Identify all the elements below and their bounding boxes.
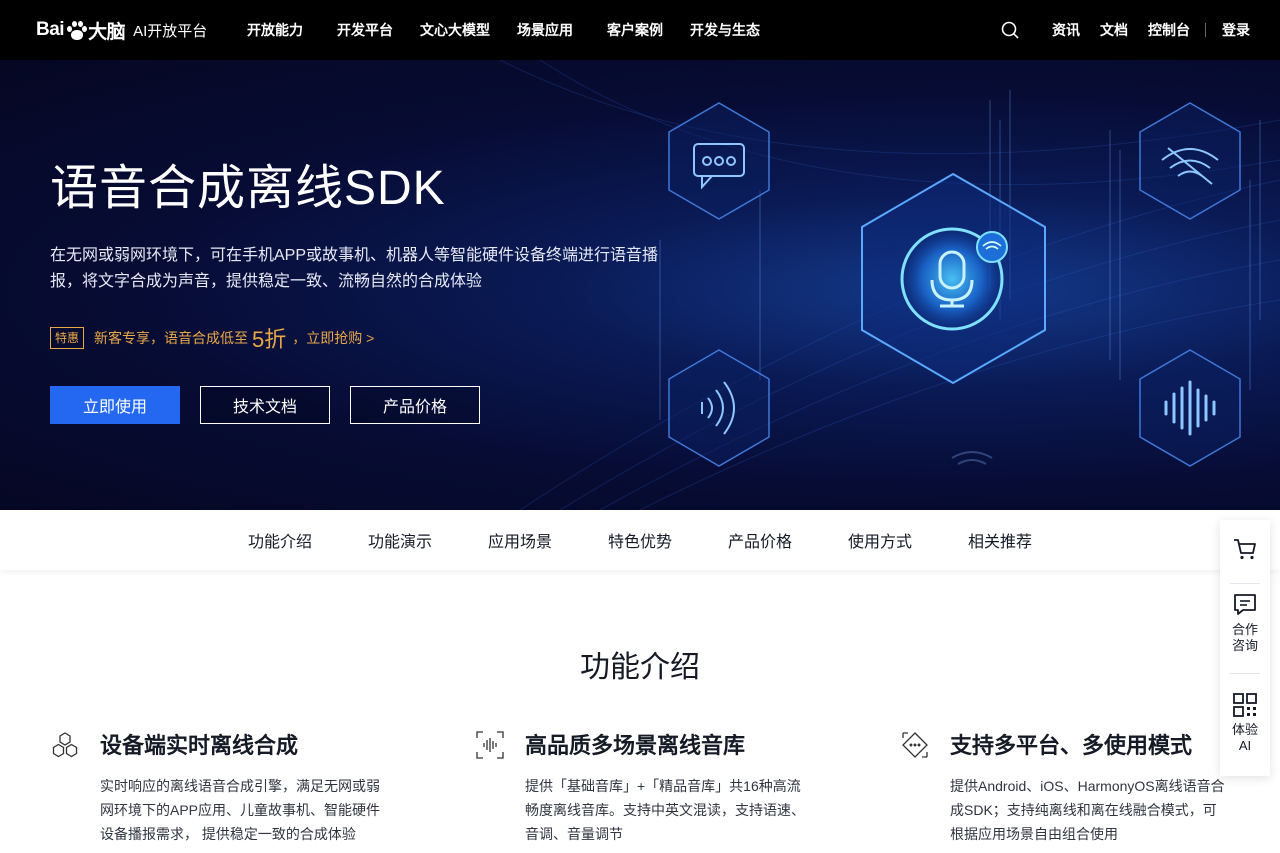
sidebar-divider xyxy=(1230,583,1260,584)
nav-item-ecosystem[interactable]: 开发与生态 xyxy=(690,20,760,40)
nav-item-console[interactable]: 控制台 xyxy=(1148,20,1190,40)
try-ai-button[interactable]: 体验AI xyxy=(1220,692,1270,754)
consult-button[interactable]: 合作咨询 xyxy=(1220,592,1270,654)
nav-item-docs[interactable]: 文档 xyxy=(1100,20,1128,40)
tab-demo[interactable]: 功能演示 xyxy=(368,528,432,552)
logo-mark: Bai 大脑 xyxy=(36,19,126,43)
tab-features[interactable]: 功能介绍 xyxy=(248,528,312,552)
promo-banner: 特惠 新客专享，语音合成低至 5折 ，立即抢购 > xyxy=(50,322,374,354)
nav-item-open-capabilities[interactable]: 开放能力 xyxy=(247,20,303,40)
feature-desc: 实时响应的离线语音合成引擎，满足无网或弱网环境下的APP应用、儿童故事机、智能硬… xyxy=(100,778,381,842)
nav-divider xyxy=(1205,23,1206,37)
nav-item-news[interactable]: 资讯 xyxy=(1052,20,1080,40)
nav-item-scenarios[interactable]: 场景应用 xyxy=(517,20,573,40)
feature-desc: 提供Android、iOS、HarmonyOS离线语音合成SDK；支持纯离线和离… xyxy=(950,778,1225,842)
diamond-dots-icon xyxy=(902,732,928,758)
feature-title: 高品质多场景离线音库 xyxy=(525,733,746,758)
nav-right: 资讯 文档 控制台 登录 xyxy=(1000,0,1250,60)
logo-text: AI开放平台 xyxy=(133,22,208,40)
login-link[interactable]: 登录 xyxy=(1222,20,1250,40)
hero-title: 语音合成离线SDK xyxy=(50,162,446,215)
hero-illustration xyxy=(668,102,1241,467)
hexagon-cluster-icon xyxy=(52,732,78,758)
soundwave-frame-icon xyxy=(476,731,504,759)
main-nav: 开放能力 开发平台 文心大模型 场景应用 客户案例 开发与生态 xyxy=(233,0,787,60)
hero-description: 在无网或弱网环境下，可在手机APP或故事机、机器人等智能硬件设备终端进行语音播报… xyxy=(50,247,659,290)
chat-hexagon-icon xyxy=(668,102,770,220)
tech-docs-button[interactable]: 技术文档 xyxy=(200,386,330,424)
use-now-button[interactable]: 立即使用 xyxy=(50,386,180,424)
hero-banner: 语音合成离线SDK 在无网或弱网环境下，可在手机APP或故事机、机器人等智能硬件… xyxy=(0,60,1280,510)
promo-discount: 5折 xyxy=(252,327,287,352)
tab-scenarios[interactable]: 应用场景 xyxy=(488,528,552,552)
tab-recommended[interactable]: 相关推荐 xyxy=(968,528,1032,552)
sidebar-divider xyxy=(1230,673,1260,674)
tab-advantages[interactable]: 特色优势 xyxy=(608,528,672,552)
nav-item-ernie[interactable]: 文心大模型 xyxy=(420,20,490,40)
sound-hexagon-icon xyxy=(668,349,770,467)
chat-icon xyxy=(1234,594,1256,615)
baidu-ai-logo[interactable]: Bai 大脑 AI开放平台 xyxy=(36,12,207,48)
tab-pricing[interactable]: 产品价格 xyxy=(728,528,792,552)
cart-icon xyxy=(1234,539,1256,560)
floating-sidebar: 合作咨询 体验AI xyxy=(1220,520,1270,776)
cart-button[interactable] xyxy=(1220,536,1270,562)
promo-buy-link[interactable]: ，立即抢购 > xyxy=(292,328,374,348)
search-icon[interactable] xyxy=(1000,20,1020,40)
tab-usage[interactable]: 使用方式 xyxy=(848,528,912,552)
section-title: 功能介绍 xyxy=(580,651,700,684)
paw-icon xyxy=(65,19,88,41)
promo-badge: 特惠 xyxy=(50,327,85,349)
product-subnav: 功能介绍 功能演示 应用场景 特色优势 产品价格 使用方式 相关推荐 xyxy=(0,510,1280,570)
nav-item-dev-platform[interactable]: 开发平台 xyxy=(337,20,393,40)
feature-title: 设备端实时离线合成 xyxy=(100,733,299,758)
nav-item-cases[interactable]: 客户案例 xyxy=(607,20,663,40)
try-ai-label: 体验AI xyxy=(1231,722,1258,753)
feature-title: 支持多平台、多使用模式 xyxy=(950,733,1193,758)
hero-buttons: 立即使用 技术文档 产品价格 xyxy=(50,386,500,424)
qr-code-icon xyxy=(1233,693,1257,717)
consult-label: 合作咨询 xyxy=(1231,622,1258,653)
feature-desc: 提供「基础音库」+「精品音库」共16种高流畅度离线音库。支持中英文混读，支持语速… xyxy=(525,778,805,842)
top-navbar: Bai 大脑 AI开放平台 开放能力 开发平台 文心大模型 场景应用 客户案例 … xyxy=(0,0,1280,60)
product-price-button[interactable]: 产品价格 xyxy=(350,386,480,424)
promo-text: 新客专享，语音合成低至 xyxy=(94,330,249,346)
